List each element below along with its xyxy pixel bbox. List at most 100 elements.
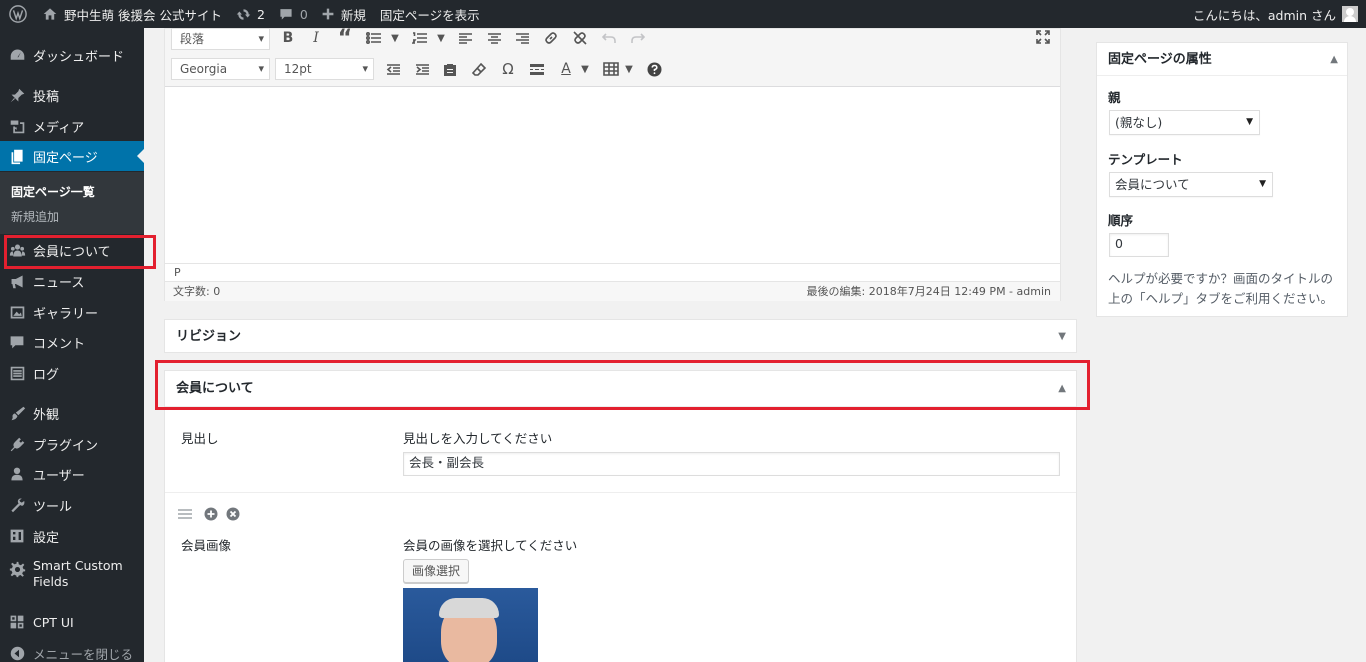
remove-link-button[interactable] [569,27,591,49]
page-attributes-header[interactable]: 固定ページの属性 ▲ [1097,43,1347,76]
menu-label: 設定 [33,530,60,546]
align-right-icon [515,32,529,44]
format-select[interactable]: 段落 [171,28,270,50]
read-more-button[interactable] [526,58,548,80]
my-account-link[interactable]: こんにちは、admin さん [1186,0,1366,28]
menu-kaiin[interactable]: 会員について [0,235,144,265]
font-size-select[interactable]: 12pt [275,58,374,80]
template-select[interactable]: 会員について [1109,172,1273,197]
collapse-menu-button[interactable]: メニューを閉じる [0,638,144,662]
eraser-icon [471,62,486,76]
text-color-dropdown[interactable]: ▼ [574,58,596,80]
plugin-icon [7,434,27,454]
add-row-icon[interactable] [204,507,218,521]
site-name-link[interactable]: 野中生萌 後援会 公式サイト [36,0,229,28]
menu-comments[interactable]: コメント [0,327,144,357]
toggle-up-icon[interactable]: ▲ [1058,371,1066,407]
align-right-button[interactable] [511,27,533,49]
caret-down-icon: ▼ [391,32,399,44]
heading-input[interactable]: 会長・副会長 [403,452,1060,476]
menu-label: ギャラリー [33,306,99,322]
parent-select[interactable]: (親なし) [1109,110,1260,135]
view-page-label: 固定ページを表示 [379,7,480,23]
admin-menu: ダッシュボード 投稿 メディア 固定ページ 固定ページ一覧 新規追加 会員につい… [0,28,144,662]
outdent-button[interactable] [382,58,404,80]
bullet-list-dropdown[interactable]: ▼ [384,27,406,49]
wp-logo-menu[interactable] [0,0,36,28]
repeat-controls [178,507,240,521]
menu-dashboard[interactable]: ダッシュボード [0,40,144,70]
menu-users[interactable]: ユーザー [0,459,144,489]
menu-log[interactable]: ログ [0,358,144,388]
numbered-list-dropdown[interactable]: ▼ [430,27,452,49]
redo-button[interactable] [626,27,648,49]
menu-media[interactable]: メディア [0,111,144,141]
bold-button[interactable]: B [277,27,299,49]
toggle-up-icon[interactable]: ▲ [1330,43,1338,76]
revisions-box[interactable]: リビジョン ▼ [164,319,1077,353]
fullscreen-button[interactable] [1032,26,1054,48]
submenu-all-pages[interactable]: 固定ページ一覧 [11,183,95,200]
element-path: P [165,263,1060,281]
comment-icon [7,332,27,352]
clipboard-icon [444,63,456,76]
toggle-down-icon[interactable]: ▼ [1058,320,1066,354]
menu-settings[interactable]: 設定 [0,521,144,551]
remove-row-icon[interactable] [226,507,240,521]
menu-posts[interactable]: 投稿 [0,80,144,110]
caret-down-icon: ▼ [581,63,589,75]
undo-button[interactable] [598,27,620,49]
special-character-button[interactable]: Ω [497,58,519,80]
classic-editor: 段落 B I “ ▼ ▼ Georgia 12pt Ω A ▼ ▼ P 文字数:… [164,26,1061,301]
insert-link-button[interactable] [540,27,562,49]
menu-cpt-ui[interactable]: CPT UI [0,607,144,637]
collapse-label: メニューを閉じる [33,646,134,662]
photo-hair [439,598,499,618]
paste-text-button[interactable] [439,58,461,80]
menu-pages[interactable]: 固定ページ [0,141,144,171]
menu-label: ニュース [33,275,85,291]
dashboard-icon [7,45,27,65]
menu-gallery[interactable]: ギャラリー [0,297,144,327]
numbered-list-button[interactable] [409,27,431,49]
caret-down-icon: ▼ [625,63,633,75]
editor-content-area[interactable] [165,88,1060,263]
comments-link[interactable]: 0 [272,0,315,28]
outdent-icon [386,63,400,75]
align-center-button[interactable] [483,27,505,49]
table-dropdown[interactable]: ▼ [618,58,640,80]
drag-handle-icon[interactable] [178,508,192,520]
select-image-button[interactable]: 画像選択 [403,559,470,583]
field-divider [165,492,1076,493]
bullet-list-button[interactable] [363,27,385,49]
view-page-link[interactable]: 固定ページを表示 [373,0,487,28]
updates-count: 2 [256,6,265,22]
megaphone-icon [7,271,27,291]
clear-formatting-button[interactable] [468,58,490,80]
indent-button[interactable] [411,58,433,80]
groups-icon [7,240,27,260]
font-family-select[interactable]: Georgia [171,58,270,80]
menu-appearance[interactable]: 外観 [0,398,144,428]
editor-toolbar: 段落 B I “ ▼ ▼ Georgia 12pt Ω A ▼ ▼ [165,26,1060,87]
italic-button[interactable]: I [305,27,327,49]
menu-label: 外観 [33,407,60,423]
menu-plugins[interactable]: プラグイン [0,429,144,459]
kaiin-fields-box: 会員について ▲ 見出し 見出しを入力してください 会長・副会長 会員画像 会員… [164,370,1077,662]
menu-label: ダッシュボード [33,49,125,65]
updates-link[interactable]: 2 [229,0,272,28]
align-left-button[interactable] [454,27,476,49]
site-name: 野中生萌 後援会 公式サイト [64,7,222,23]
menu-label: メディア [33,120,85,136]
kaiin-box-header[interactable]: 会員について ▲ [165,371,1076,407]
align-center-icon [487,32,501,44]
menu-tools[interactable]: ツール [0,490,144,520]
menu-smart-custom-fields[interactable]: Smart Custom Fields [0,558,144,604]
help-button[interactable] [643,58,665,80]
submenu-add-new[interactable]: 新規追加 [11,208,59,225]
editor-status-bar: 文字数: 0 最後の編集: 2018年7月24日 12:49 PM - admi… [165,281,1060,301]
menu-news[interactable]: ニュース [0,266,144,296]
new-content-link[interactable]: 新規 [315,0,373,28]
order-input[interactable]: 0 [1109,233,1169,257]
blockquote-button[interactable]: “ [334,26,356,51]
